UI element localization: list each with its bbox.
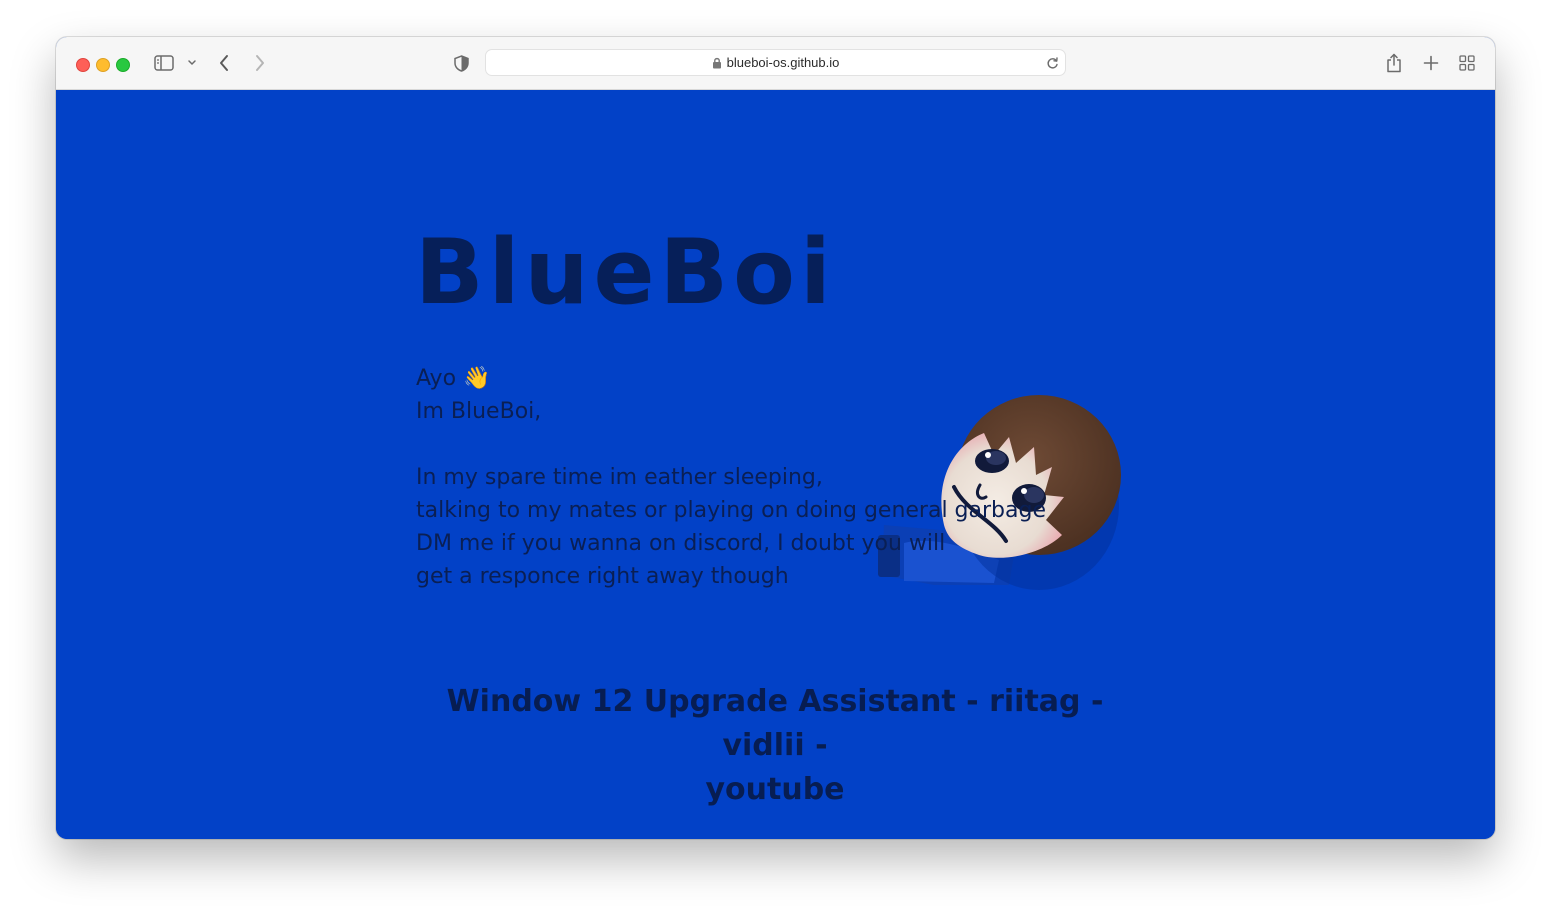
links-bar: Window 12 Upgrade Assistant - riitag - v… [416, 680, 1134, 812]
reload-icon[interactable] [1045, 55, 1059, 71]
intro-text: Im BlueBoi, [416, 399, 542, 424]
share-icon[interactable] [1385, 52, 1403, 74]
url-text: blueboi-os.github.io [726, 55, 840, 70]
bio-line: In my spare time im eather sleeping, [416, 465, 823, 490]
chevron-down-icon[interactable] [186, 57, 198, 69]
greeting-text: Ayo 👋 [416, 366, 491, 391]
vidlii-link[interactable]: vidlii [722, 728, 804, 763]
forward-arrow-icon[interactable] [252, 53, 268, 73]
zoom-window-button[interactable] [116, 58, 130, 72]
sidebar-icon[interactable] [153, 54, 175, 72]
link-separator: - [1080, 684, 1104, 719]
minimize-window-button[interactable] [96, 58, 110, 72]
bio-line: get a responce right away though [416, 564, 789, 589]
page-content: BlueBoi Ayo 👋 Im BlueBoi, In my spare ti… [56, 90, 1495, 839]
close-window-button[interactable] [76, 58, 90, 72]
link-separator: - [955, 684, 990, 719]
browser-toolbar: blueboi-os.github.io [56, 37, 1495, 90]
upgrade-assistant-link[interactable]: Window 12 Upgrade Assistant [447, 684, 956, 719]
address-bar[interactable]: blueboi-os.github.io [485, 49, 1066, 76]
bio-line: DM me if you wanna on discord, I doubt y… [416, 531, 946, 556]
shield-icon[interactable] [453, 54, 469, 72]
browser-window: blueboi-os.github.io BlueBoi Ayo 👋 Im Bl… [56, 37, 1495, 839]
plus-icon[interactable] [1422, 54, 1440, 72]
youtube-link[interactable]: youtube [705, 772, 844, 807]
riitag-link[interactable]: riitag [989, 684, 1080, 719]
link-separator: - [804, 728, 828, 763]
bio-line: talking to my mates or playing on doing … [416, 498, 1046, 523]
lock-icon [712, 57, 722, 69]
back-arrow-icon[interactable] [216, 53, 232, 73]
avatar-image [878, 395, 1121, 590]
page-title: BlueBoi [415, 220, 836, 325]
grid-icon[interactable] [1458, 54, 1476, 72]
